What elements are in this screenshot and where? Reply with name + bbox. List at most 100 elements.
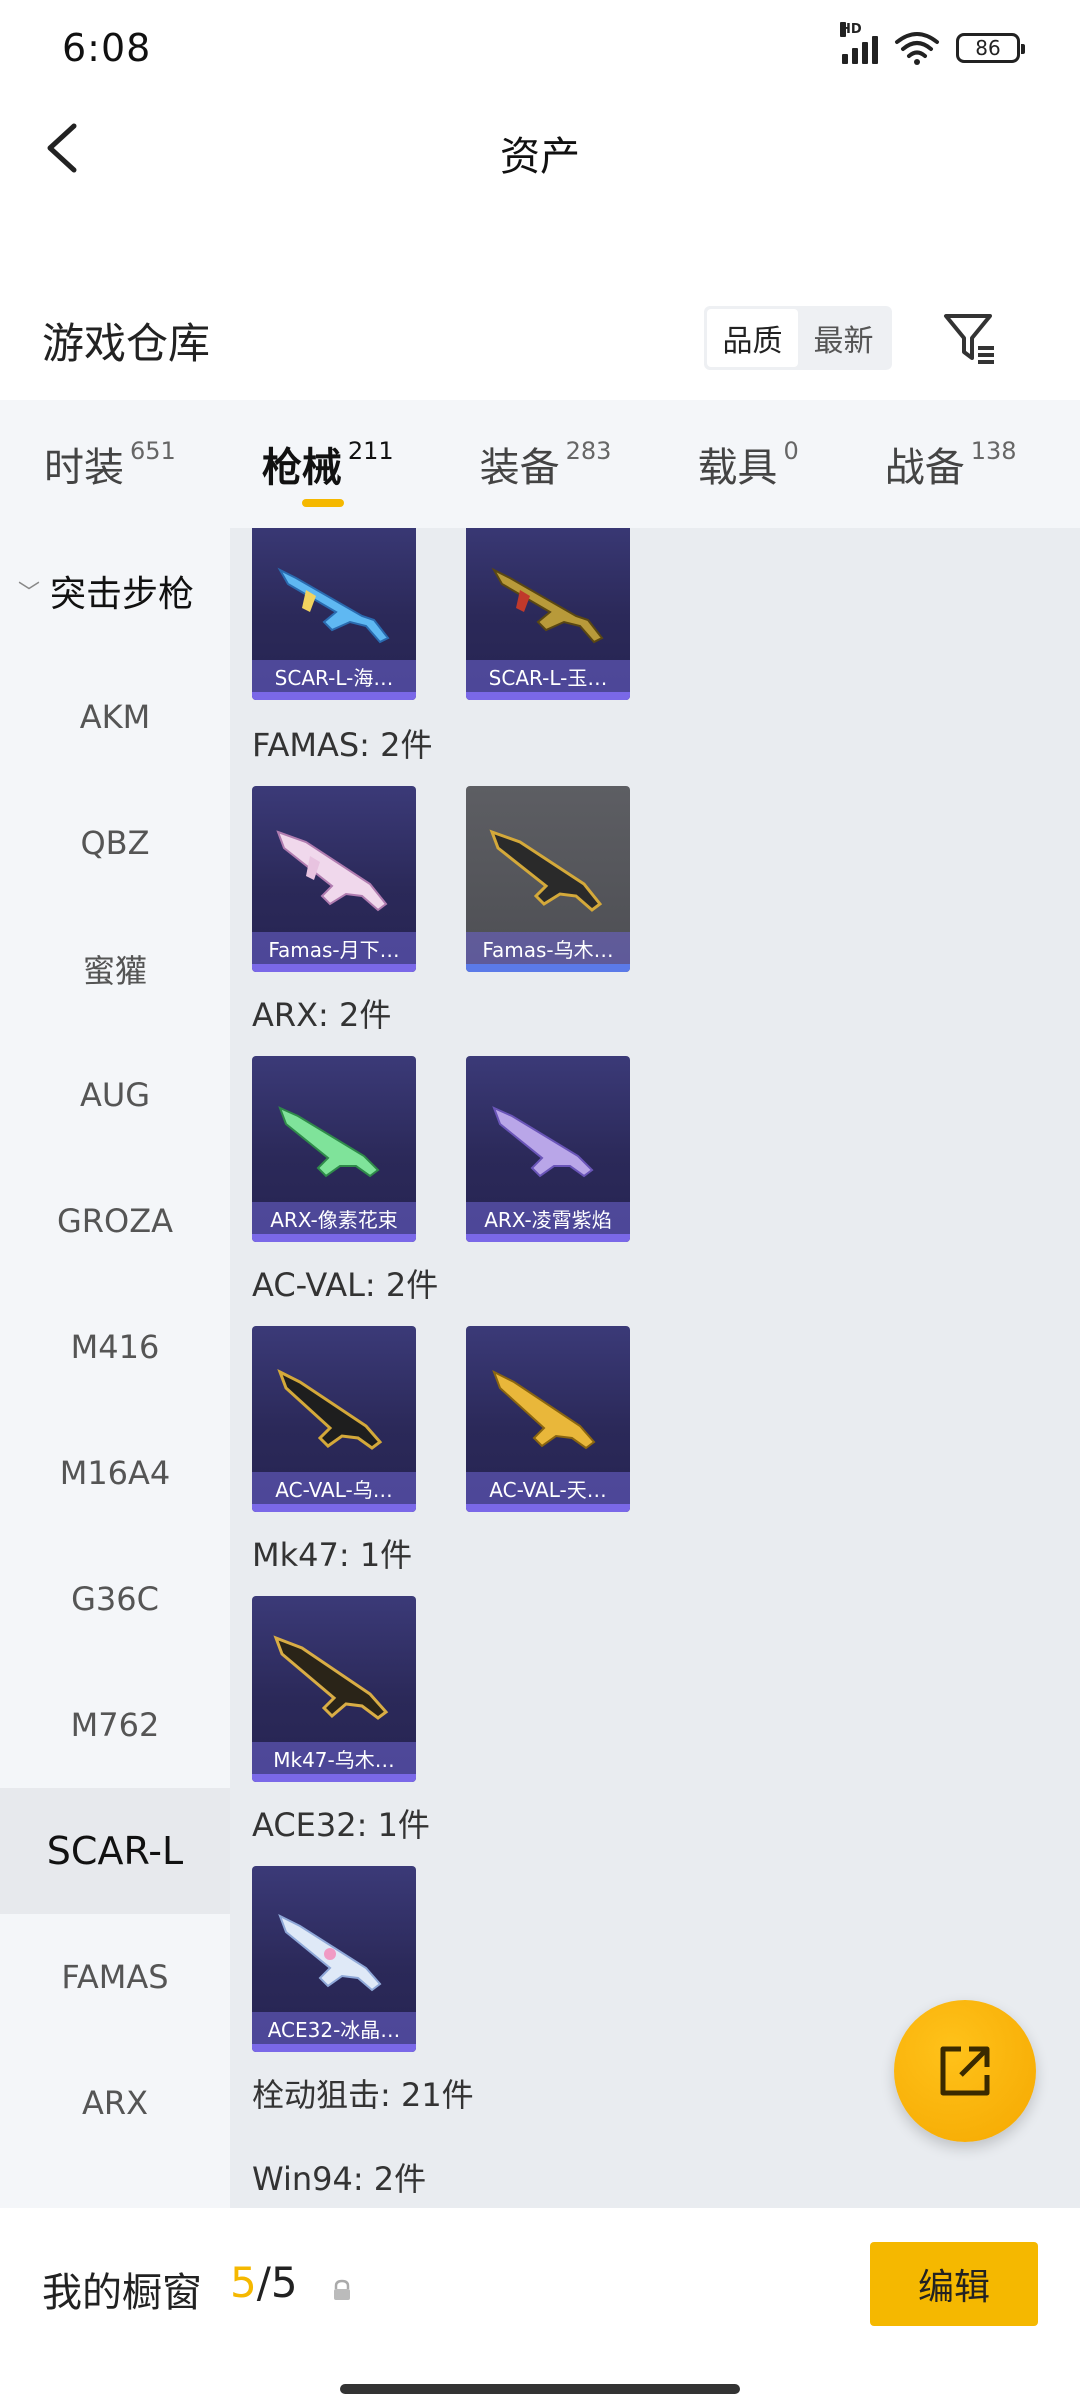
sidebar-item-m416[interactable]: M416 (0, 1284, 230, 1410)
page-title: 资产 (500, 134, 580, 180)
weapon-card-label: SCAR-L-海… (252, 660, 416, 692)
sidebar-item-arx[interactable]: ARX (0, 2040, 230, 2166)
sidebar-item-m762[interactable]: M762 (0, 1662, 230, 1788)
sidebar-item-honey-badger[interactable]: 蜜獾 (0, 906, 230, 1032)
weapon-card-label: ARX-凌霄紫焰 (466, 1202, 630, 1234)
weapon-card[interactable]: AC-VAL-乌… (252, 1326, 416, 1512)
battery-icon: 86 (956, 33, 1025, 63)
filter-icon[interactable] (940, 308, 1000, 368)
tab-count: 0 (783, 437, 799, 465)
weapon-card-label: ARX-像素花束 (252, 1202, 416, 1234)
rarity-strip (466, 692, 630, 700)
weapon-card[interactable]: SCAR-L-海… (252, 528, 416, 700)
showcase-separator: / (256, 2258, 271, 2307)
tab-count: 138 (970, 437, 1017, 465)
tab-vehicles[interactable]: 载具 0 (697, 435, 798, 493)
signal-icon: HD (840, 22, 878, 64)
weapon-group-label: FAMAS: 2件 (252, 726, 433, 764)
weapon-card[interactable]: AC-VAL-天… (466, 1326, 630, 1512)
weapon-card[interactable]: SCAR-L-玉… (466, 528, 630, 700)
weapon-card-label: Famas-乌木… (466, 932, 630, 964)
status-time: 6:08 (62, 26, 152, 70)
weapon-group-label: ACE32: 1件 (252, 1806, 430, 1844)
weapon-sidebar: ﹀ 突击步枪 AKM QBZ 蜜獾 AUG GROZA M416 M16A4 G… (0, 528, 230, 2208)
tab-fashion[interactable]: 时装 651 (44, 435, 176, 493)
weapon-card-label: Famas-月下… (252, 932, 416, 964)
edit-button[interactable]: 编辑 (870, 2242, 1038, 2326)
rifle-icon (492, 1106, 594, 1178)
showcase-current: 5 (230, 2258, 257, 2307)
weapon-card[interactable]: ACE32-冰晶… (252, 1866, 416, 2052)
rifle-icon (278, 1913, 382, 1992)
lock-icon (334, 2279, 350, 2300)
tab-label: 战备 (884, 445, 965, 491)
weapon-card[interactable]: Mk47-乌木… (252, 1596, 416, 1782)
sidebar-item-famas[interactable]: FAMAS (0, 1914, 230, 2040)
tab-equipment[interactable]: 装备 283 (480, 435, 612, 493)
sidebar-group-label: 突击步枪 (50, 574, 195, 615)
weapon-card-label: AC-VAL-天… (466, 1472, 630, 1504)
weapon-card[interactable]: Famas-月下… (252, 786, 416, 972)
warehouse-row: 游戏仓库 品质 最新 (0, 290, 1080, 390)
tab-count: 211 (347, 437, 394, 465)
rarity-strip (252, 964, 416, 972)
weapon-card-label: AC-VAL-乌… (252, 1472, 416, 1504)
showcase-count: 5/5 (230, 2258, 298, 2307)
wifi-icon (895, 32, 939, 65)
rifle-icon (276, 830, 388, 912)
weapon-content: SCAR-L-海… SCAR-L-玉… FAMAS: 2件 Famas-月下… … (230, 528, 1080, 2208)
chevron-down-icon: ﹀ (18, 581, 41, 606)
weapon-card[interactable]: ARX-像素花束 (252, 1056, 416, 1242)
rifle-icon (277, 567, 390, 644)
sidebar-item-akm[interactable]: AKM (0, 654, 230, 780)
weapon-group-label: Mk47: 1件 (252, 1536, 413, 1574)
network-type-label: HD (840, 22, 862, 37)
tab-label: 载具 (697, 445, 778, 491)
weapon-card-label: Mk47-乌木… (252, 1742, 416, 1774)
sort-newest-button[interactable]: 最新 (798, 309, 889, 367)
rarity-strip (252, 2044, 416, 2052)
sidebar-group-assault-rifles[interactable]: ﹀ 突击步枪 (0, 528, 230, 654)
tab-firearms[interactable]: 枪械 211 (262, 435, 394, 507)
sidebar-item-m16a4[interactable]: M16A4 (0, 1410, 230, 1536)
header: 资产 (0, 96, 1080, 206)
weapon-card-label: ACE32-冰晶… (252, 2012, 416, 2044)
showcase-total: 5 (270, 2258, 298, 2307)
sidebar-item-qbz[interactable]: QBZ (0, 780, 230, 906)
showcase-label: 我的橱窗 (42, 2270, 202, 2316)
rifle-icon (277, 1368, 383, 1450)
rifle-icon (278, 1106, 380, 1178)
weapon-group-label: Win94: 2件 (252, 2160, 427, 2198)
sidebar-item-groza[interactable]: GROZA (0, 1158, 230, 1284)
status-icons: HD 86 (840, 22, 1025, 66)
tab-label: 时装 (44, 445, 124, 491)
sidebar-item-g36c[interactable]: G36C (0, 1536, 230, 1662)
rifle-icon (489, 829, 603, 912)
tab-label: 装备 (479, 445, 560, 491)
category-tabs: 时装 651 枪械 211 装备 283 载具 0 战备 138 (0, 400, 1080, 528)
rarity-strip (252, 692, 416, 700)
sidebar-item-aug[interactable]: AUG (0, 1032, 230, 1158)
weapon-group-label: ARX: 2件 (252, 996, 392, 1034)
weapon-card[interactable]: Famas-乌木… (466, 786, 630, 972)
rarity-strip (252, 1234, 416, 1242)
warehouse-title: 游戏仓库 (42, 319, 211, 368)
sidebar-item-scar-l[interactable]: SCAR-L (0, 1788, 230, 1914)
weapon-card[interactable]: ARX-凌霄紫焰 (466, 1056, 630, 1242)
rarity-strip (252, 1774, 416, 1782)
battery-level: 86 (975, 36, 1001, 60)
rifle-icon (273, 1635, 389, 1720)
weapon-card-label: SCAR-L-玉… (466, 660, 630, 692)
tab-count: 283 (565, 437, 612, 465)
tab-supplies[interactable]: 战备 138 (885, 435, 1017, 493)
home-indicator[interactable] (340, 2384, 740, 2394)
rarity-strip (466, 964, 630, 972)
rifle-icon (492, 1369, 596, 1450)
share-fab-button[interactable] (894, 2000, 1036, 2142)
rarity-strip (466, 1504, 630, 1512)
sort-toggle: 品质 最新 (704, 306, 892, 370)
status-bar: 6:08 HD 86 (0, 0, 1080, 96)
rarity-strip (466, 1234, 630, 1242)
active-tab-indicator (301, 499, 344, 507)
sort-quality-button[interactable]: 品质 (707, 309, 798, 367)
